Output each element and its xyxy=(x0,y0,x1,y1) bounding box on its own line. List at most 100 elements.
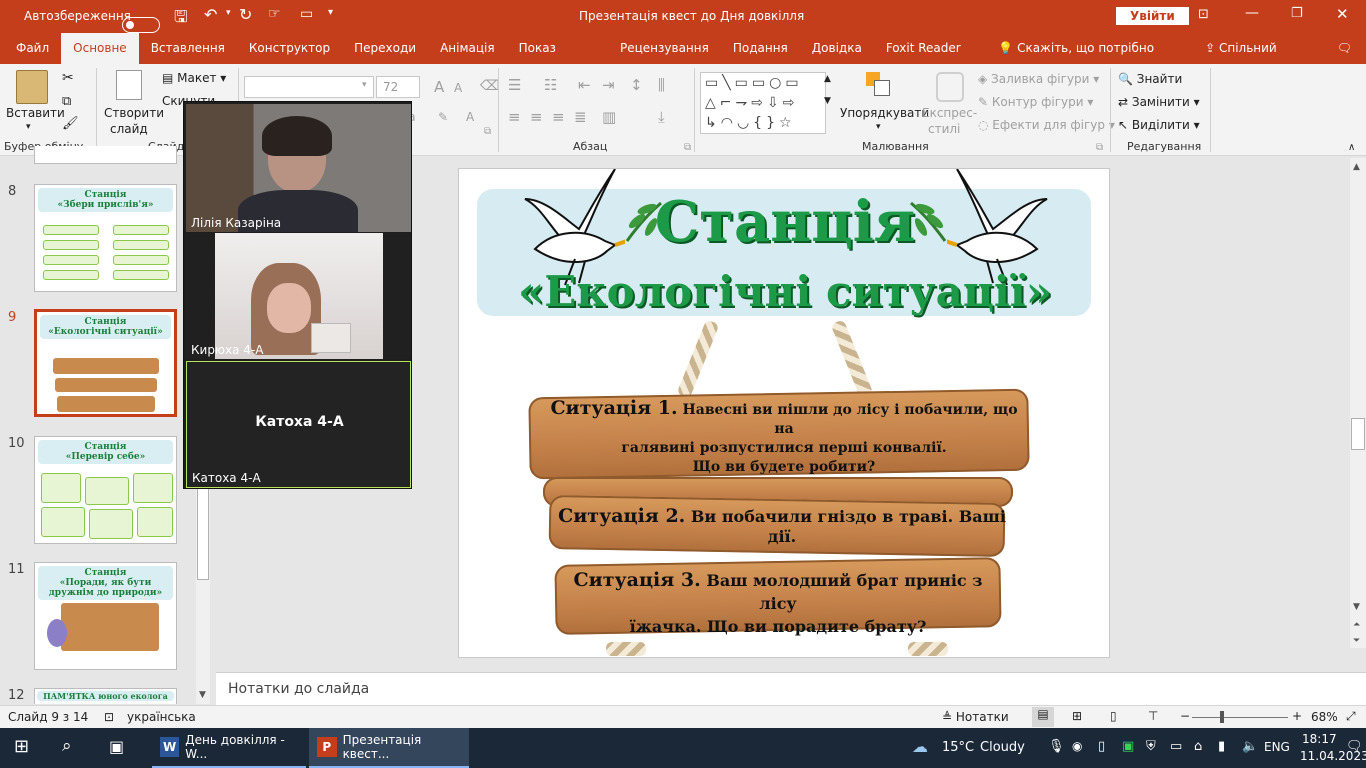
slide-thumbnail-7-partial[interactable] xyxy=(34,146,177,164)
spelling-icon[interactable]: ⊡ xyxy=(104,710,114,724)
notifications-icon[interactable]: 🗨 xyxy=(1346,739,1363,754)
align-center-icon[interactable]: ≡ xyxy=(530,108,543,126)
increase-font-icon[interactable]: A xyxy=(434,78,444,96)
volume-icon[interactable]: 🔈 xyxy=(1242,739,1258,754)
clock-time[interactable]: 18:17 xyxy=(1302,732,1337,746)
shape-fill-button[interactable]: ◈ Заливка фігури ▾ xyxy=(978,72,1099,86)
shapes-scroll-up-icon[interactable]: ▲ xyxy=(824,74,831,84)
paste-button[interactable]: Вставити xyxy=(6,106,65,120)
increase-indent-icon[interactable]: ⇥ xyxy=(602,76,615,94)
format-painter-icon[interactable]: 🖌 xyxy=(62,116,79,131)
editor-scroll-down-icon[interactable]: ▼ xyxy=(1353,602,1360,612)
tab-transitions[interactable]: Переходи xyxy=(342,33,428,64)
zoom-out-icon[interactable]: − xyxy=(1180,709,1190,723)
shapes-gallery[interactable]: ▭╲▭▭○▭ △⌐⇁⇨⇩⇨ ↳◠◡{}☆ xyxy=(700,72,826,134)
font-family-select[interactable] xyxy=(244,76,374,98)
slide-thumbnail-12-partial[interactable]: ПАМ'ЯТКА юного еколога xyxy=(34,688,177,704)
paste-icon[interactable] xyxy=(16,70,48,104)
minimize-icon[interactable]: — xyxy=(1245,5,1259,21)
align-column-icon[interactable]: ▥ xyxy=(602,108,616,126)
zoom-in-icon[interactable]: + xyxy=(1292,709,1302,723)
cut-icon[interactable]: ✂ xyxy=(62,70,74,86)
arrange-dropdown-icon[interactable]: ▾ xyxy=(876,122,881,132)
undo-dropdown-icon[interactable]: ▾ xyxy=(226,8,231,18)
comments-icon[interactable]: 🗨 xyxy=(1325,33,1366,64)
tell-me-search[interactable]: 💡 Скажіть, що потрібно зробити xyxy=(986,33,1193,86)
tab-insert[interactable]: Вставлення xyxy=(139,33,237,64)
current-slide[interactable]: Станція «Екологічні ситуації» Ситуація 1… xyxy=(458,168,1110,658)
touch-mode-icon[interactable]: ☞ xyxy=(268,6,281,22)
video-tile-1[interactable]: Лілія Казаріна xyxy=(186,104,411,232)
collapse-ribbon-icon[interactable]: ∧ xyxy=(1348,142,1355,153)
windows-start-icon[interactable]: ⊞ xyxy=(14,736,29,757)
weather-condition[interactable]: Cloudy xyxy=(980,740,1025,755)
weather-temperature[interactable]: 15°C xyxy=(942,740,974,755)
decrease-indent-icon[interactable]: ⇤ xyxy=(578,76,591,94)
app-tray-icon[interactable]: ▣ xyxy=(1122,739,1134,754)
taskbar-powerpoint-app[interactable]: P Презентація квест... xyxy=(309,728,469,768)
video-tile-3-active-speaker[interactable]: Катоха 4-А Катоха 4-А xyxy=(186,361,411,488)
bullets-icon[interactable]: ☰ xyxy=(508,76,521,94)
microphone-icon[interactable]: 🎙 xyxy=(1048,739,1065,754)
search-icon[interactable]: ⌕ xyxy=(62,736,72,756)
notes-toggle-button[interactable]: ≜ Нотатки xyxy=(942,710,1009,724)
thumbs-scrollbar-thumb[interactable] xyxy=(197,486,209,580)
save-icon[interactable]: 🖫 xyxy=(174,6,188,33)
video-tile-2[interactable]: Кирюха 4-А xyxy=(186,233,411,359)
font-family-dropdown-icon[interactable]: ▾ xyxy=(362,80,367,90)
ribbon-display-icon[interactable]: ⊡ xyxy=(1198,7,1209,22)
align-left-icon[interactable]: ≡ xyxy=(508,108,521,126)
tab-review[interactable]: Рецензування xyxy=(608,33,721,64)
file-icon[interactable]: ▯ xyxy=(1098,739,1105,754)
text-direction-icon[interactable]: ⤓ xyxy=(658,108,665,126)
cloud-weather-icon[interactable]: ☁ xyxy=(912,737,928,756)
layout-button[interactable]: ▤ Макет ▾ xyxy=(162,71,226,85)
share-button[interactable]: ⇪ Спільний доступ xyxy=(1193,33,1325,86)
slide-thumbnail-9-selected[interactable]: Станція «Екологічні ситуації» xyxy=(34,309,177,417)
input-language[interactable]: ENG xyxy=(1264,740,1290,754)
tab-help[interactable]: Довідка xyxy=(800,33,874,64)
shape-outline-button[interactable]: ✎ Контур фігури ▾ xyxy=(978,95,1093,109)
quick-styles-button[interactable]: Експрес- xyxy=(922,106,977,120)
thumbs-scroll-down-icon[interactable]: ▼ xyxy=(199,690,206,700)
language-indicator[interactable]: українська xyxy=(127,710,196,724)
arrange-button[interactable]: Упорядкувати xyxy=(840,106,929,120)
video-call-overlay[interactable]: Лілія Казаріна Кирюха 4-А Катоха 4-А Кат… xyxy=(183,101,412,489)
restore-icon[interactable]: ❐ xyxy=(1291,6,1303,21)
line-spacing-icon[interactable]: ↕ xyxy=(630,76,643,94)
taskbar-word-app[interactable]: W День довкілля - W... xyxy=(152,728,306,768)
columns-icon[interactable]: ⫼ xyxy=(658,76,665,94)
shape-effects-button[interactable]: ◌ Ефекти для фігур ▾ xyxy=(978,118,1115,132)
clear-formatting-icon[interactable]: ⌫ xyxy=(480,78,500,94)
align-right-icon[interactable]: ≡ xyxy=(552,108,565,126)
slide-sorter-icon[interactable]: ⊞ xyxy=(1072,709,1082,723)
slideshow-view-icon[interactable]: ⊤ xyxy=(1148,709,1158,723)
fit-to-window-icon[interactable]: ⤢ xyxy=(1346,709,1356,724)
notes-pane[interactable]: Нотатки до слайда xyxy=(216,672,1366,705)
font-size-select[interactable]: 72 xyxy=(376,76,420,98)
zoom-slider-thumb[interactable] xyxy=(1220,711,1224,723)
undo-icon[interactable]: ↶ xyxy=(204,5,217,24)
redo-icon[interactable]: ↻ xyxy=(239,5,252,24)
new-slide-button[interactable]: Створити xyxy=(104,106,164,120)
decrease-font-icon[interactable]: A xyxy=(454,81,462,95)
find-button[interactable]: 🔍 Знайти xyxy=(1118,72,1182,86)
copy-icon[interactable]: ⧉ xyxy=(62,94,71,109)
shield-icon[interactable]: ⛨ xyxy=(1146,739,1156,754)
font-color-icon[interactable]: A xyxy=(466,110,474,124)
tab-foxit[interactable]: Foxit Reader PDF xyxy=(874,33,986,86)
tab-animations[interactable]: Анімація xyxy=(428,33,507,64)
zoom-app-icon[interactable]: ◉ xyxy=(1072,739,1082,753)
new-slide-icon[interactable] xyxy=(116,70,142,100)
quick-styles-icon[interactable] xyxy=(936,72,964,102)
shapes-scroll-down-icon[interactable]: ▼ xyxy=(824,96,831,106)
reading-view-icon[interactable]: ▯ xyxy=(1110,709,1117,723)
previous-slide-icon[interactable]: ⏶ xyxy=(1353,620,1360,630)
slide-thumbnail-10[interactable]: Станція «Перевір себе» xyxy=(34,436,177,544)
tab-view[interactable]: Подання xyxy=(721,33,800,64)
notes-placeholder[interactable]: Нотатки до слайда xyxy=(228,681,369,697)
drawing-dialog-launcher-icon[interactable]: ⧉ xyxy=(1096,142,1103,153)
numbering-icon[interactable]: ☷ xyxy=(544,76,557,94)
zoom-slider[interactable] xyxy=(1192,717,1288,718)
highlight-icon[interactable]: ✎ xyxy=(438,110,448,124)
